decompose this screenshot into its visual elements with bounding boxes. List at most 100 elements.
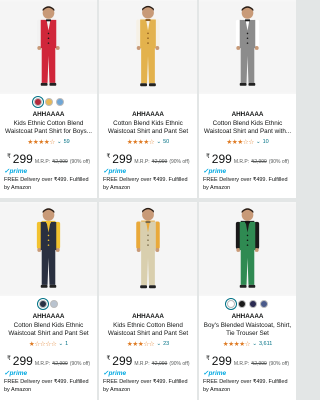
brand-name: AHHAAAA	[231, 111, 264, 118]
product-image[interactable]	[199, 0, 296, 94]
prime-badge-icon: ✓prime	[4, 168, 28, 176]
mrp-label: M.R.P:	[34, 159, 51, 166]
product-image[interactable]	[199, 202, 296, 296]
discount-badge: (90% off)	[169, 361, 190, 368]
currency-symbol: ₹	[6, 154, 11, 161]
star-rating-icon[interactable]: ★★★★☆	[27, 139, 55, 148]
product-card[interactable]: AHHAAAA Boy's Blended Waistcoat, Shirt, …	[199, 202, 296, 400]
price-row: ₹ 299 M.R.P: ₹2,999 (90% off)	[203, 151, 292, 167]
rating[interactable]: ★★★☆☆ ⌄ 10	[203, 139, 292, 148]
price[interactable]: 299	[13, 151, 33, 167]
rating[interactable]: ★☆☆☆☆ ⌄ 1	[4, 341, 93, 350]
brand-name: AHHAAAA	[32, 111, 65, 118]
currency-symbol: ₹	[6, 356, 11, 363]
rating[interactable]: ★★★★☆ ⌄ 59	[4, 139, 93, 148]
color-swatch[interactable]	[238, 300, 246, 308]
delivery-info: FREE Delivery over ₹499. Fulfilled by Am…	[4, 379, 89, 393]
mrp-value: ₹2,999	[151, 159, 168, 166]
prime-badge-icon: ✓prime	[203, 370, 227, 378]
chevron-down-icon[interactable]: ⌄	[252, 341, 257, 348]
product-title[interactable]: Cotton Blend Kids Ethnic Waistcoat Shirt…	[103, 120, 193, 137]
rating[interactable]: ★★★★☆ ⌄ 3,611	[203, 341, 292, 350]
price[interactable]: 299	[212, 353, 232, 369]
product-card[interactable]: AHHAAAA Cotton Blend Kids Ethnic Waistco…	[0, 202, 97, 400]
star-rating-icon[interactable]: ★★★☆☆	[226, 139, 254, 148]
product-image[interactable]	[99, 0, 197, 94]
color-swatch[interactable]	[37, 298, 49, 310]
price-row: ₹ 299 M.R.P: ₹2,999 (90% off)	[4, 353, 93, 369]
review-count[interactable]: 10	[263, 139, 269, 146]
discount-badge: (90% off)	[69, 361, 91, 368]
mrp-label: M.R.P:	[233, 361, 250, 368]
color-swatch[interactable]	[225, 298, 237, 310]
price-row: ₹ 299 M.R.P: ₹2,999 (90% off)	[203, 353, 292, 369]
color-swatch[interactable]	[55, 98, 64, 106]
prime-badge-icon: ✓prime	[203, 168, 227, 176]
rating[interactable]: ★★★★☆ ⌄ 50	[103, 139, 193, 148]
discount-badge: (90% off)	[169, 159, 190, 166]
mrp-value: ₹2,999	[52, 159, 68, 166]
currency-symbol: ₹	[106, 356, 111, 363]
price[interactable]: 299	[112, 151, 132, 167]
color-swatch[interactable]	[50, 300, 58, 308]
star-rating-icon[interactable]: ★★★☆☆	[127, 341, 155, 350]
mrp-value: ₹2,999	[251, 361, 267, 368]
chevron-down-icon[interactable]: ⌄	[58, 341, 63, 348]
product-title[interactable]: Cotton Blend Kids Ethnic Waistcoat Shirt…	[4, 322, 93, 339]
review-count[interactable]: 50	[163, 139, 169, 146]
star-rating-icon[interactable]: ★★★★☆	[127, 139, 155, 148]
product-title[interactable]: Cotton Blend Kids Ethnic Waistcoat Shirt…	[203, 120, 292, 137]
review-count[interactable]: 23	[163, 341, 169, 348]
star-rating-icon[interactable]: ★☆☆☆☆	[29, 341, 57, 350]
product-title[interactable]: Kids Ethnic Cotton Blend Waistcoat Shirt…	[103, 322, 193, 339]
delivery-info: FREE Delivery over ₹499. Fulfilled by Am…	[103, 177, 188, 191]
product-image[interactable]	[0, 202, 97, 296]
mrp-label: M.R.P:	[134, 361, 150, 368]
review-count[interactable]: 59	[64, 139, 70, 146]
product-card[interactable]: AHHAAAA Cotton Blend Kids Ethnic Waistco…	[199, 0, 296, 198]
discount-badge: (90% off)	[268, 159, 290, 166]
chevron-down-icon[interactable]: ⌄	[57, 139, 62, 146]
product-photo	[0, 1, 97, 93]
product-photo	[99, 202, 197, 296]
currency-symbol: ₹	[205, 154, 210, 161]
discount-badge: (90% off)	[69, 159, 91, 166]
color-swatch[interactable]	[260, 300, 268, 308]
color-swatch[interactable]	[44, 98, 53, 106]
product-photo	[199, 203, 296, 295]
currency-symbol: ₹	[205, 356, 210, 363]
delivery-info: FREE Delivery over ₹499. Fulfilled by Am…	[203, 177, 288, 191]
chevron-down-icon[interactable]: ⌄	[156, 341, 161, 348]
delivery-info: FREE Delivery over ₹499. Fulfilled by Am…	[4, 177, 89, 191]
product-photo	[0, 203, 97, 295]
mrp-value: ₹2,999	[52, 361, 68, 368]
star-rating-icon[interactable]: ★★★★☆	[223, 341, 251, 350]
price[interactable]: 299	[13, 353, 33, 369]
review-count[interactable]: 3,611	[259, 341, 272, 348]
delivery-info: FREE Delivery over ₹499. Fulfilled by Am…	[103, 379, 188, 393]
brand-name: AHHAAAA	[132, 111, 164, 118]
color-swatches	[0, 94, 97, 110]
product-image[interactable]	[0, 0, 97, 94]
product-photo	[199, 1, 296, 93]
product-card[interactable]: AHHAAAA Cotton Blend Kids Ethnic Waistco…	[99, 0, 197, 198]
prime-badge-icon: ✓prime	[103, 168, 127, 176]
chevron-down-icon[interactable]: ⌄	[156, 139, 161, 146]
mrp-value: ₹2,999	[151, 361, 168, 368]
mrp-label: M.R.P:	[34, 361, 51, 368]
chevron-down-icon[interactable]: ⌄	[256, 139, 261, 146]
product-card[interactable]: AHHAAAA Kids Ethnic Cotton Blend Waistco…	[99, 202, 197, 400]
product-title[interactable]: Boy's Blended Waistcoat, Shirt, Tie Trou…	[203, 322, 292, 339]
product-card[interactable]: AHHAAAA Kids Ethnic Cotton Blend Waistco…	[0, 0, 97, 198]
color-swatch[interactable]	[249, 300, 257, 308]
price[interactable]: 299	[112, 353, 132, 369]
review-count[interactable]: 1	[65, 341, 68, 348]
price-row: ₹ 299 M.R.P: ₹2,999 (90% off)	[4, 151, 93, 167]
mrp-value: ₹2,999	[251, 159, 267, 166]
product-title[interactable]: Kids Ethnic Cotton Blend Waistcoat Pant …	[4, 120, 93, 137]
delivery-info: FREE Delivery over ₹499. Fulfilled by Am…	[203, 379, 288, 393]
color-swatch[interactable]	[31, 96, 44, 108]
rating[interactable]: ★★★☆☆ ⌄ 23	[103, 341, 193, 350]
price[interactable]: 299	[212, 151, 232, 167]
product-image[interactable]	[99, 202, 197, 296]
